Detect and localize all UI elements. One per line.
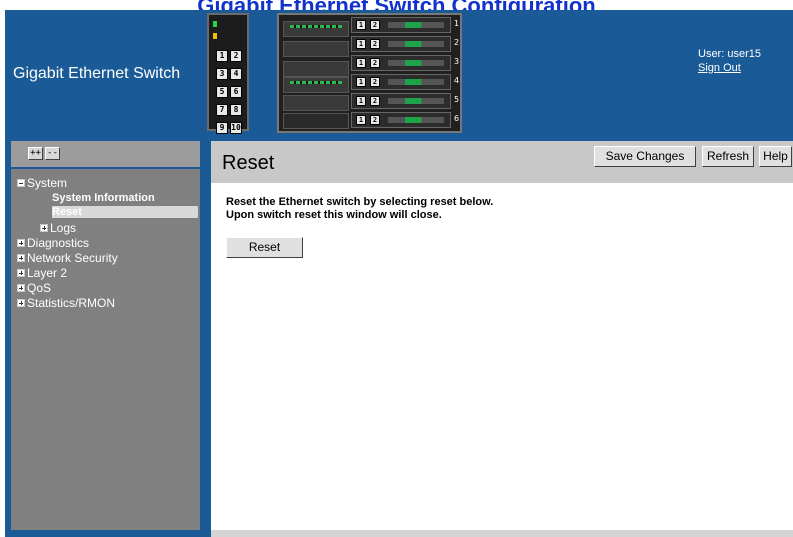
user-label: User: user15 [698, 48, 761, 60]
blade-slot: 1 2 [351, 74, 451, 90]
tree-item-network-security[interactable]: Network Security [17, 251, 118, 265]
content-panel [211, 183, 793, 530]
fan-bay [283, 41, 349, 57]
slot-number: 5 [454, 95, 460, 104]
blade-port: 2 [370, 115, 380, 125]
expand-icon[interactable] [17, 269, 25, 277]
blade-port: 1 [356, 20, 366, 30]
slot-number: 1 [454, 19, 460, 28]
blade-slot: 1 2 [351, 55, 451, 71]
reset-description-line-2: Upon switch reset this window will close… [226, 209, 442, 221]
blade-port: 1 [356, 39, 366, 49]
expand-icon[interactable] [40, 224, 48, 232]
expand-icon[interactable] [17, 254, 25, 262]
blade-port: 1 [356, 77, 366, 87]
save-changes-button[interactable]: Save Changes [594, 146, 696, 167]
refresh-button[interactable]: Refresh [702, 146, 754, 167]
chassis-image: 1 2 1 2 1 2 1 2 1 2 1 2 1 2 3 4 5 6 [277, 13, 462, 133]
expand-icon[interactable] [17, 284, 25, 292]
blade-port: 1 [356, 58, 366, 68]
content-bottom-bar [211, 530, 793, 537]
reset-button[interactable]: Reset [226, 237, 303, 258]
port: 9 [216, 122, 228, 134]
collapse-all-button[interactable]: -- [45, 147, 60, 160]
blade-slot: 1 2 [351, 17, 451, 33]
port: 1 [216, 50, 228, 62]
tree-item-reset[interactable]: Reset [52, 206, 82, 218]
port: 4 [230, 68, 242, 80]
expand-icon[interactable] [17, 299, 25, 307]
port: 3 [216, 68, 228, 80]
tree-item-label: Statistics/RMON [27, 296, 116, 310]
slot-number: 2 [454, 38, 460, 47]
tree-item-qos[interactable]: QoS [17, 281, 51, 295]
tree-item-layer-2[interactable]: Layer 2 [17, 266, 67, 280]
blade-port: 2 [370, 96, 380, 106]
blade-port: 2 [370, 77, 380, 87]
header: Gigabit Ethernet Switch 12 34 56 78 9 10 … [5, 10, 793, 134]
port-grid: 12 34 56 78 9 10 [215, 45, 243, 135]
blade-slot: 1 2 [351, 112, 451, 128]
slot-number: 6 [454, 114, 460, 123]
slot-number: 4 [454, 76, 460, 85]
port: 8 [230, 104, 242, 116]
page-title: Reset [222, 152, 275, 174]
slot-number: 3 [454, 57, 460, 66]
app-title: Gigabit Ethernet Switch [13, 65, 181, 82]
status-led-green [213, 21, 217, 27]
blade-port: 2 [370, 20, 380, 30]
tree-item-diagnostics[interactable]: Diagnostics [17, 236, 89, 250]
status-led-amber [213, 33, 217, 39]
blade-port: 2 [370, 58, 380, 68]
tree-item-logs[interactable]: Logs [40, 221, 76, 235]
port: 5 [216, 86, 228, 98]
tree-item-system[interactable]: System [17, 176, 67, 190]
blade-slot: 1 2 [351, 93, 451, 109]
tree-item-label: Layer 2 [27, 266, 68, 280]
collapse-icon[interactable] [17, 179, 25, 187]
tree-item-label: QoS [27, 281, 52, 295]
tree-toolbar: ++ -- [11, 141, 200, 167]
fan-bay [283, 77, 349, 93]
reset-description-line-1: Reset the Ethernet switch by selecting r… [226, 196, 494, 208]
expand-all-button[interactable]: ++ [28, 147, 43, 160]
expand-icon[interactable] [17, 239, 25, 247]
sign-out-link[interactable]: Sign Out [698, 62, 741, 74]
port: 7 [216, 104, 228, 116]
blade-port: 1 [356, 115, 366, 125]
port: 10 [230, 122, 242, 134]
port-module-image: 12 34 56 78 9 10 [207, 13, 249, 134]
blade-port: 1 [356, 96, 366, 106]
tree-item-label: Logs [50, 221, 77, 235]
tree-item-statistics-rmon[interactable]: Statistics/RMON [17, 296, 115, 310]
port: 2 [230, 50, 242, 62]
help-button[interactable]: Help [759, 146, 792, 167]
port: 6 [230, 86, 242, 98]
blade-slot: 1 2 [351, 36, 451, 52]
blade-port: 2 [370, 39, 380, 49]
tree-item-label: Network Security [27, 251, 118, 265]
tree-item-label: Diagnostics [27, 236, 90, 250]
drive-bay [283, 113, 349, 129]
page-heading: Gigabit Ethernet Switch Configuration [0, 0, 793, 10]
tree-item-label: System [27, 176, 68, 190]
fan-bay [283, 61, 349, 77]
fan-bay [283, 21, 349, 37]
fan-bay [283, 95, 349, 111]
tree-item-system-information[interactable]: System Information [52, 192, 155, 204]
